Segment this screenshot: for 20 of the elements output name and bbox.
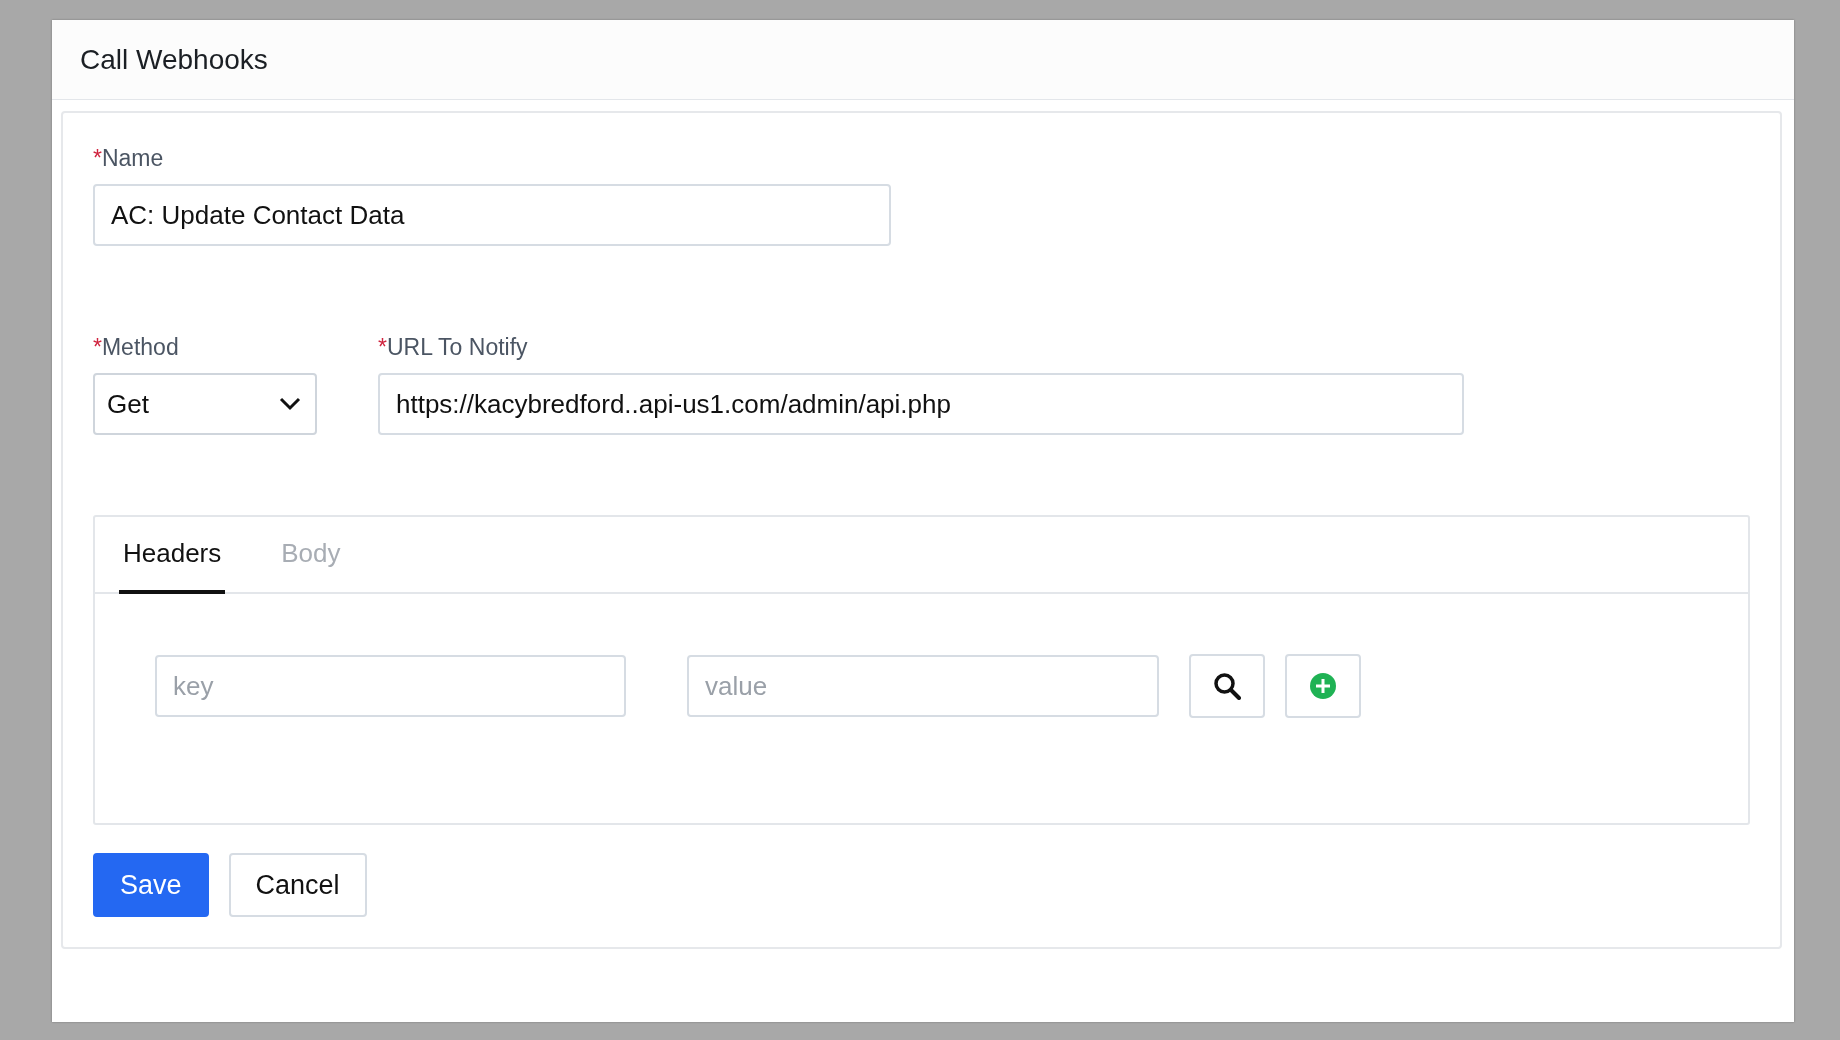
cancel-button[interactable]: Cancel <box>228 853 367 917</box>
value-field[interactable]: value <box>687 655 1159 717</box>
tab[interactable]: Headers <box>119 517 226 594</box>
field-label: Method <box>101 334 179 360</box>
key-field[interactable]: key <box>155 655 626 717</box>
method-select[interactable]: Get <box>93 373 317 435</box>
required-mark: * <box>378 334 387 360</box>
required-mark: * <box>93 145 102 171</box>
name-field[interactable]: AC: Update Contact Data <box>93 184 891 246</box>
dialog-title: Call Webhooks <box>80 43 268 76</box>
search-icon <box>1213 672 1241 700</box>
add-button[interactable] <box>1285 654 1361 718</box>
field-label: Name <box>101 145 164 171</box>
plus-circle-icon <box>1310 673 1336 699</box>
chevron-down-icon <box>279 397 301 411</box>
required-mark: * <box>93 334 102 360</box>
field-label: URL To Notify <box>386 334 528 360</box>
save-button[interactable]: Save <box>93 853 209 917</box>
url-field[interactable]: https://kacybredford..api-us1.com/admin/api.php <box>378 373 1464 435</box>
search-button[interactable] <box>1189 654 1265 718</box>
